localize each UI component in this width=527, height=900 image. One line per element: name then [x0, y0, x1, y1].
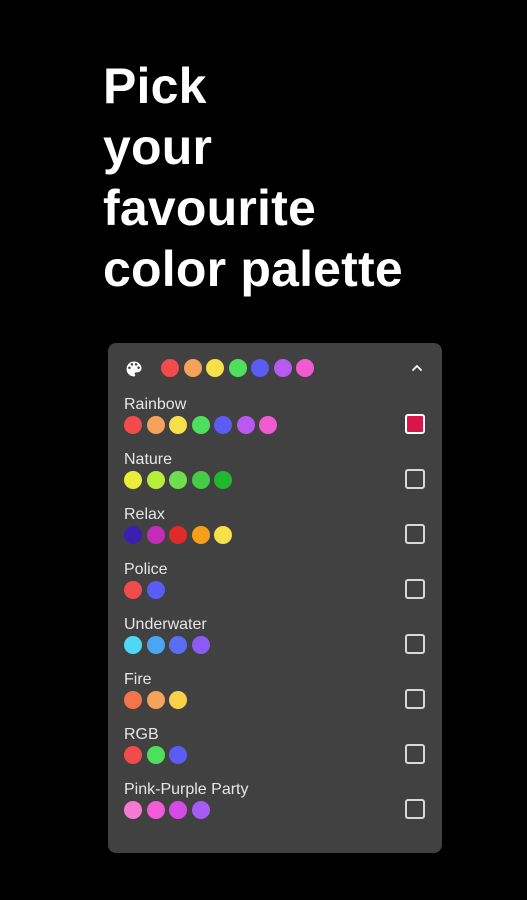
- fire-swatch-3: [169, 691, 187, 709]
- palette-swatches: [124, 801, 210, 819]
- palette-checkbox-relax[interactable]: [405, 524, 425, 544]
- palette-item-underwater[interactable]: Underwater: [108, 616, 442, 671]
- nature-swatch-4: [191, 471, 210, 489]
- palette-item-rainbow[interactable]: Rainbow: [108, 396, 442, 451]
- palette-swatches: [124, 526, 232, 544]
- relax-swatch-3: [169, 526, 187, 544]
- headline: Pick your favourite color palette: [103, 56, 403, 300]
- rainbow-swatch-1: [124, 416, 142, 434]
- underwater-swatch-1: [124, 636, 142, 654]
- relax-swatch-2: [146, 526, 165, 544]
- palette-checkbox-underwater[interactable]: [405, 634, 425, 654]
- palette-item-rgb[interactable]: RGB: [108, 726, 442, 781]
- rgb-swatch-2: [146, 746, 165, 764]
- palette-checkbox-rainbow[interactable]: [405, 414, 425, 434]
- palette-label: Fire: [124, 671, 152, 688]
- palette-item-police[interactable]: Police: [108, 561, 442, 616]
- rainbow-swatch-2: [146, 416, 165, 434]
- palette-item-fire[interactable]: Fire: [108, 671, 442, 726]
- pink-purple-party-swatch-1: [124, 801, 142, 819]
- headline-line-3: favourite: [103, 180, 316, 236]
- relax-swatch-1: [124, 526, 142, 544]
- rgb-swatch-1: [124, 746, 142, 764]
- current-palette-swatches: [161, 359, 314, 377]
- palette-swatches: [124, 691, 187, 709]
- headline-line-4: color palette: [103, 241, 403, 297]
- palette-checkbox-pink-purple-party[interactable]: [405, 799, 425, 819]
- pink-purple-party-swatch-4: [191, 801, 210, 819]
- relax-swatch-5: [214, 526, 232, 544]
- palette-checkbox-rgb[interactable]: [405, 744, 425, 764]
- palette-label: RGB: [124, 726, 159, 743]
- relax-swatch-4: [191, 526, 210, 544]
- current-swatch-5: [251, 359, 269, 377]
- current-swatch-7: [296, 359, 314, 377]
- palette-swatches: [124, 636, 210, 654]
- current-swatch-2: [183, 359, 202, 377]
- current-swatch-4: [228, 359, 247, 377]
- palette-swatches: [124, 581, 165, 599]
- palette-label: Nature: [124, 451, 173, 468]
- palette-label: Relax: [124, 506, 165, 523]
- palette-label: Underwater: [124, 616, 207, 633]
- palette-swatches: [124, 416, 277, 434]
- rainbow-swatch-6: [236, 416, 255, 434]
- palette-panel: Rainbow Nature Relax Police Underwater Fire RG…: [108, 343, 442, 853]
- pink-purple-party-swatch-3: [169, 801, 187, 819]
- current-swatch-6: [273, 359, 292, 377]
- rainbow-swatch-7: [259, 416, 277, 434]
- nature-swatch-1: [124, 471, 142, 489]
- fire-swatch-1: [124, 691, 142, 709]
- rainbow-swatch-4: [191, 416, 210, 434]
- palette-checkbox-fire[interactable]: [405, 689, 425, 709]
- underwater-swatch-2: [146, 636, 165, 654]
- pink-purple-party-swatch-2: [146, 801, 165, 819]
- palette-item-pink-purple-party[interactable]: Pink-Purple Party: [108, 781, 442, 836]
- palette-item-nature[interactable]: Nature: [108, 451, 442, 506]
- underwater-swatch-3: [169, 636, 187, 654]
- current-swatch-1: [161, 359, 179, 377]
- headline-line-2: your: [103, 119, 213, 175]
- police-swatch-2: [146, 581, 165, 599]
- palette-label: Police: [124, 561, 168, 578]
- palette-checkbox-nature[interactable]: [405, 469, 425, 489]
- underwater-swatch-4: [191, 636, 210, 654]
- palette-swatches: [124, 471, 232, 489]
- headline-line-1: Pick: [103, 58, 207, 114]
- police-swatch-1: [124, 581, 142, 599]
- palette-icon: [126, 361, 142, 377]
- current-swatch-3: [206, 359, 224, 377]
- chevron-up-icon[interactable]: [410, 361, 424, 375]
- nature-swatch-2: [146, 471, 165, 489]
- palette-label: Rainbow: [124, 396, 187, 413]
- nature-swatch-3: [169, 471, 187, 489]
- fire-swatch-2: [146, 691, 165, 709]
- palette-checkbox-police[interactable]: [405, 579, 425, 599]
- rainbow-swatch-5: [214, 416, 232, 434]
- palette-item-relax[interactable]: Relax: [108, 506, 442, 561]
- nature-swatch-5: [214, 471, 232, 489]
- panel-header[interactable]: [108, 343, 442, 393]
- rainbow-swatch-3: [169, 416, 187, 434]
- palette-label: Pink-Purple Party: [124, 781, 249, 798]
- palette-swatches: [124, 746, 187, 764]
- rgb-swatch-3: [169, 746, 187, 764]
